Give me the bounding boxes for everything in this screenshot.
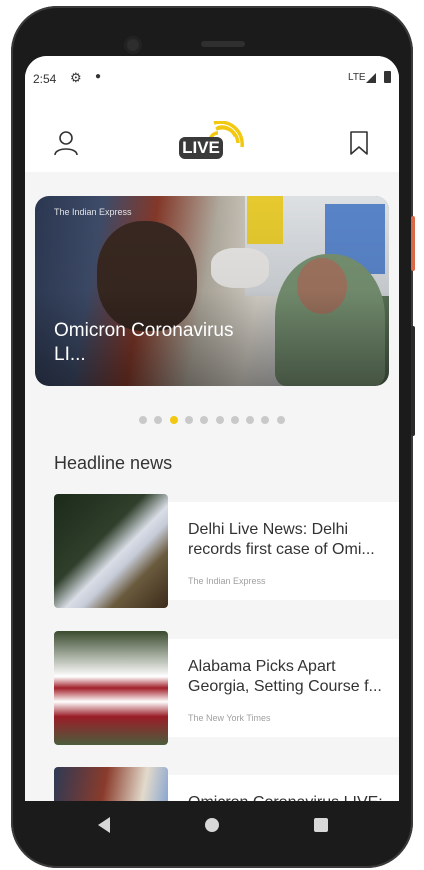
settings-gear-icon: ⚙ [70,70,82,85]
carousel-title: Omicron Coronavirus LI... [54,320,234,365]
featured-carousel[interactable]: The Indian Express Omicron Coronavirus L… [35,196,389,386]
news-source: The Indian Express [188,576,266,586]
app-bar: LIVE [25,96,399,172]
carousel-dot[interactable] [276,416,285,424]
carousel-dot[interactable] [200,416,209,424]
back-icon[interactable] [98,817,110,833]
home-icon[interactable] [205,818,219,832]
network-type: LTE [348,72,366,83]
earpiece-speaker [201,41,245,47]
app-screen: 2:54 ⚙ ● LTE LIVE The Indian Express Omi… [25,56,399,801]
carousel-dot[interactable] [246,416,255,424]
news-headline: Omicron Coronavirus LIVE: [188,793,393,801]
recents-icon[interactable] [314,818,328,832]
logo-text: LIVE [179,137,223,159]
profile-icon[interactable] [53,130,79,156]
power-button [411,326,415,436]
carousel-dot[interactable] [184,416,193,424]
live-logo: LIVE [176,121,246,163]
news-thumbnail [54,767,168,801]
system-nav-bar [25,801,399,849]
volume-button [411,216,415,271]
signal-icon [366,73,376,83]
news-thumbnail [54,631,168,745]
front-camera [124,36,142,54]
news-card[interactable]: Delhi Live News: Delhi records first cas… [54,494,399,608]
news-headline: Alabama Picks Apart Georgia, Setting Cou… [188,658,382,695]
bookmark-icon[interactable] [348,130,370,156]
news-card[interactable]: Omicron Coronavirus LIVE: [54,767,399,801]
notification-dot-icon: ● [95,71,102,82]
carousel-dot[interactable] [230,416,239,424]
status-bar: 2:54 ⚙ ● LTE [25,56,399,96]
carousel-dot[interactable] [139,416,147,424]
carousel-dot[interactable] [154,416,163,424]
carousel-dot[interactable] [169,416,178,424]
carousel-dot[interactable] [261,416,270,424]
carousel-dot[interactable] [215,416,224,424]
news-thumbnail [54,494,168,608]
section-title: Headline news [54,453,173,473]
status-time: 2:54 [33,72,57,86]
battery-icon [384,71,391,83]
carousel-source: The Indian Express [54,207,132,217]
news-source: The New York Times [188,713,271,723]
news-card[interactable]: Alabama Picks Apart Georgia, Setting Cou… [54,631,399,745]
news-headline: Delhi Live News: Delhi records first cas… [188,521,375,558]
